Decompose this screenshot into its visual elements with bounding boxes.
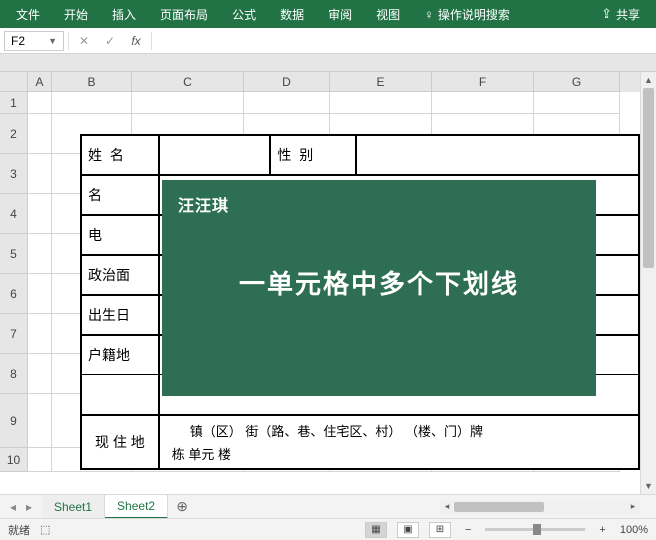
col-header-G[interactable]: G	[534, 72, 620, 92]
col-header-C[interactable]: C	[132, 72, 244, 92]
zoom-slider[interactable]	[485, 528, 585, 531]
ribbon-tab-file[interactable]: 文件	[4, 0, 52, 28]
ribbon-share[interactable]: ⇪ 共享	[589, 0, 652, 28]
col-header-E[interactable]: E	[330, 72, 432, 92]
name-box-value: F2	[11, 34, 25, 48]
col-header-A[interactable]: A	[28, 72, 52, 92]
horizontal-scrollbar[interactable]: ◂ ▸	[440, 500, 640, 514]
ribbon-tab-view[interactable]: 视图	[364, 0, 412, 28]
accessibility-icon[interactable]: ⬚	[40, 523, 50, 536]
tell-me-label: 操作说明搜索	[438, 6, 510, 23]
ribbon-tab-insert[interactable]: 插入	[100, 0, 148, 28]
ribbon-collapsed-area	[0, 54, 656, 72]
row-header-6[interactable]: 6	[0, 274, 28, 314]
col-header-B[interactable]: B	[52, 72, 132, 92]
ribbon-tab-formulas[interactable]: 公式	[220, 0, 268, 28]
zoom-out-button[interactable]: −	[461, 524, 475, 536]
zoom-in-button[interactable]: +	[595, 524, 609, 536]
sheet-tab-2[interactable]: Sheet2	[105, 495, 168, 519]
row-header-7[interactable]: 7	[0, 314, 28, 354]
vertical-scrollbar[interactable]: ▲ ▼	[640, 72, 656, 494]
sheet-tab-1[interactable]: Sheet1	[42, 495, 105, 519]
ribbon: 文件 开始 插入 页面布局 公式 数据 审阅 视图 ♀ 操作说明搜索 ⇪ 共享	[0, 0, 656, 28]
scroll-up-icon[interactable]: ▲	[641, 72, 656, 88]
col-header-D[interactable]: D	[244, 72, 330, 92]
share-label: 共享	[616, 6, 640, 23]
status-ready: 就绪	[8, 522, 30, 538]
formula-input[interactable]	[156, 31, 652, 51]
sheet-tabs-bar: ◂▸ Sheet1 Sheet2 ⊕ ◂ ▸	[0, 494, 656, 518]
tab-nav-buttons[interactable]: ◂▸	[0, 500, 42, 514]
zoom-value[interactable]: 100%	[620, 524, 648, 536]
ribbon-tab-layout[interactable]: 页面布局	[148, 0, 220, 28]
row-header-10[interactable]: 10	[0, 448, 28, 472]
ribbon-tab-data[interactable]: 数据	[268, 0, 316, 28]
row-header-9[interactable]: 9	[0, 394, 28, 448]
scroll-down-icon[interactable]: ▼	[641, 478, 656, 494]
view-page-layout-button[interactable]: ▣	[397, 522, 419, 538]
row-headers: 12345678910	[0, 92, 28, 472]
row-header-2[interactable]: 2	[0, 114, 28, 154]
row-header-8[interactable]: 8	[0, 354, 28, 394]
share-icon: ⇪	[601, 6, 612, 22]
add-sheet-button[interactable]: ⊕	[168, 498, 196, 515]
fx-button[interactable]: fx	[125, 31, 147, 51]
grid-area: ABCDEFG 12345678910 姓 名 性 别 名	[0, 72, 656, 494]
ribbon-tell-me[interactable]: ♀ 操作说明搜索	[412, 0, 522, 28]
row-header-4[interactable]: 4	[0, 194, 28, 234]
ribbon-tab-home[interactable]: 开始	[52, 0, 100, 28]
name-box[interactable]: F2 ▼	[4, 31, 64, 51]
column-headers: ABCDEFG	[0, 72, 640, 92]
formula-confirm-button[interactable]: ✓	[99, 31, 121, 51]
row-header-3[interactable]: 3	[0, 154, 28, 194]
scroll-thumb[interactable]	[643, 88, 654, 268]
ribbon-tab-review[interactable]: 审阅	[316, 0, 364, 28]
select-all-corner[interactable]	[0, 72, 28, 92]
lightbulb-icon: ♀	[424, 7, 434, 22]
view-page-break-button[interactable]: ⊞	[429, 522, 451, 538]
chevron-down-icon: ▼	[48, 36, 57, 46]
cells-area[interactable]: 姓 名 性 别 名 电	[28, 92, 620, 472]
row-header-1[interactable]: 1	[0, 92, 28, 114]
formula-bar: F2 ▼ ✕ ✓ fx	[0, 28, 656, 54]
status-bar: 就绪 ⬚ ▦ ▣ ⊞ − + 100%	[0, 518, 656, 540]
view-normal-button[interactable]: ▦	[365, 522, 387, 538]
row-header-5[interactable]: 5	[0, 234, 28, 274]
formula-cancel-button[interactable]: ✕	[73, 31, 95, 51]
col-header-F[interactable]: F	[432, 72, 534, 92]
